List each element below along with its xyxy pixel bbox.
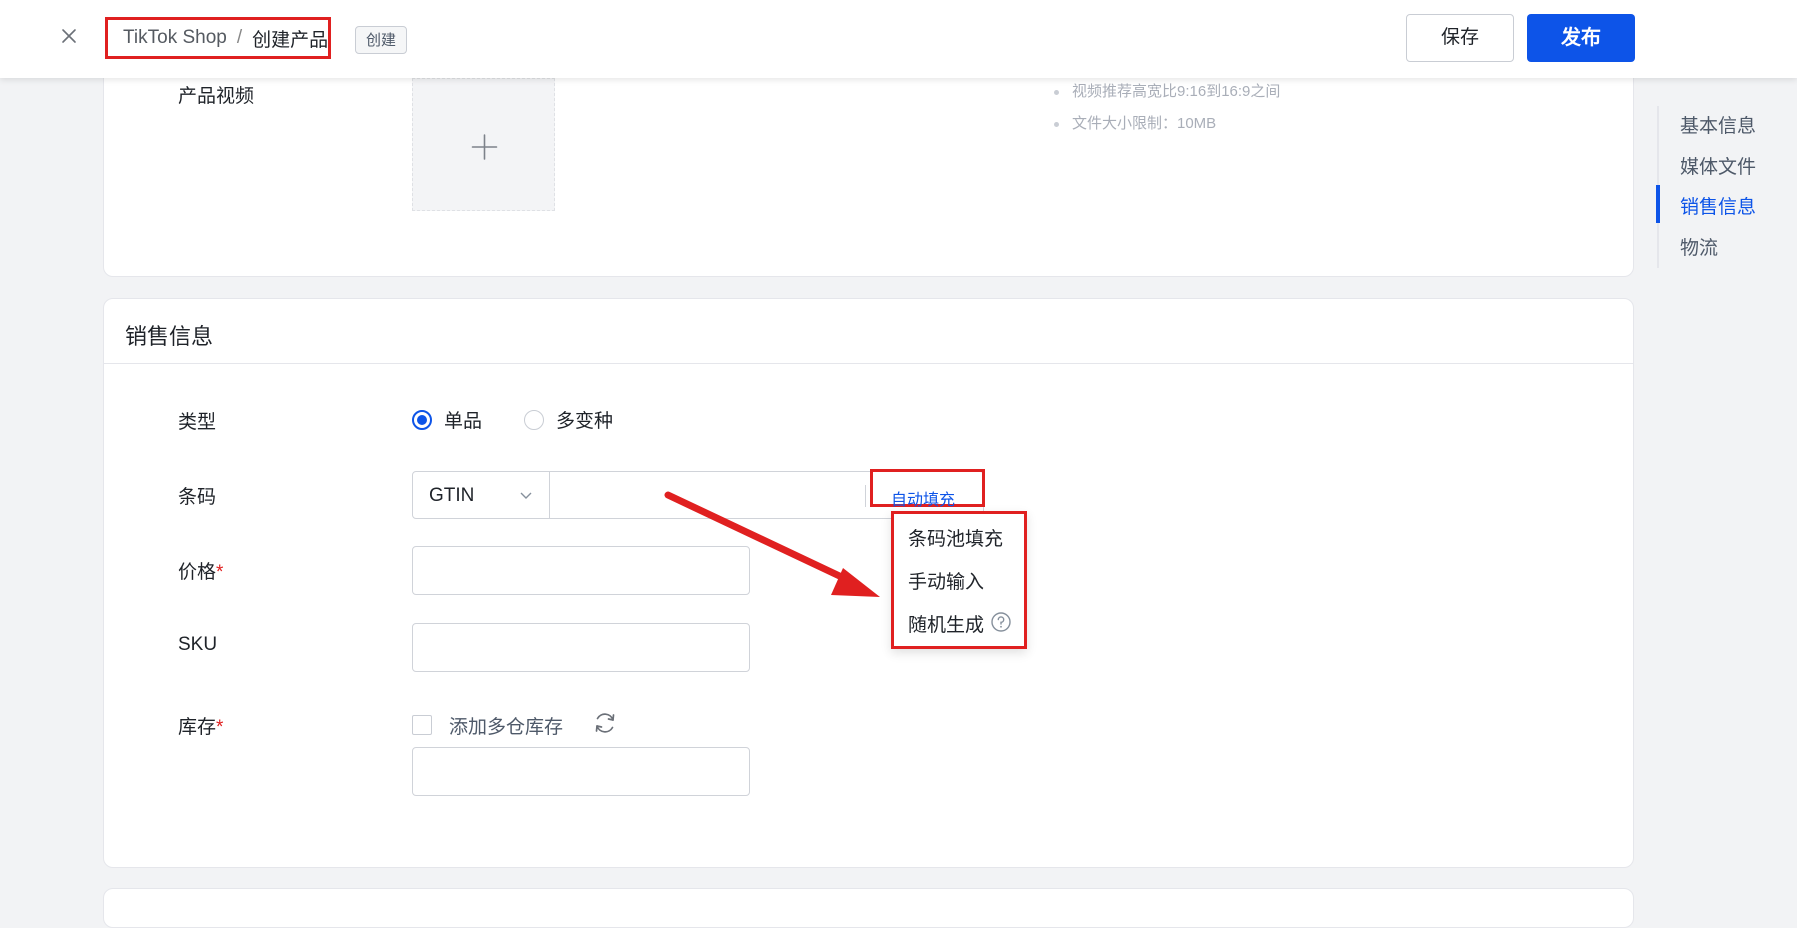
price-input[interactable] — [412, 546, 750, 595]
barcode-type-value: GTIN — [429, 485, 475, 506]
radio-single[interactable]: 单品 — [412, 406, 482, 433]
sku-label: SKU — [178, 634, 218, 655]
video-label: 产品视频 — [178, 86, 255, 107]
barcode-type-select[interactable]: GTIN — [413, 472, 550, 518]
radio-unchecked-icon — [524, 409, 544, 430]
breadcrumb-current: 创建产品 — [252, 29, 329, 51]
breadcrumb: TikTok Shop / 创建产品 — [105, 17, 331, 59]
menu-item-manual-input[interactable]: 手动输入 — [908, 567, 984, 594]
save-button[interactable]: 保存 — [1406, 14, 1514, 62]
section-title: 销售信息 — [125, 324, 214, 349]
menu-item-random-generate[interactable]: 随机生成 — [908, 610, 984, 637]
hint-file-size: 文件大小限制：10MB — [1054, 108, 1280, 140]
chevron-down-icon — [520, 492, 532, 499]
anchor-basic-info[interactable]: 基本信息 — [1680, 111, 1756, 138]
multi-warehouse-label: 添加多仓库存 — [449, 717, 564, 738]
autofill-dropdown-menu: 条码池填充 手动输入 随机生成 — [891, 511, 1027, 649]
barcode-input[interactable] — [550, 472, 862, 518]
plus-icon — [471, 134, 498, 160]
sales-info-card: 销售信息 类型 单品 多变种 条码 GTIN 自动填充 价格* SKU 库存* … — [103, 298, 1634, 868]
hint-aspect-ratio: 视频推荐高宽比9:16到16:9之间 — [1054, 76, 1280, 108]
radio-checked-icon — [412, 409, 432, 430]
anchor-media-files[interactable]: 媒体文件 — [1680, 152, 1756, 179]
top-bar: TikTok Shop / 创建产品 创建 保存 发布 — [0, 0, 1797, 78]
stock-input[interactable] — [412, 747, 750, 796]
refresh-icon[interactable] — [592, 710, 618, 736]
menu-item-barcode-pool[interactable]: 条码池填充 — [908, 524, 1003, 551]
publish-button[interactable]: 发布 — [1527, 14, 1635, 62]
price-label: 价格* — [178, 557, 223, 584]
next-section-card — [103, 888, 1634, 928]
anchor-logistics[interactable]: 物流 — [1680, 233, 1718, 260]
stock-label: 库存* — [178, 712, 223, 739]
required-mark: * — [216, 562, 224, 583]
video-upload-button[interactable] — [412, 78, 555, 211]
question-circle-icon[interactable] — [990, 611, 1012, 633]
radio-multi-variant-label: 多变种 — [556, 411, 614, 432]
sku-input[interactable] — [412, 623, 750, 672]
radio-single-label: 单品 — [444, 411, 483, 432]
stock-label-text: 库存 — [178, 717, 217, 738]
type-label: 类型 — [178, 412, 217, 433]
anchor-sales-info[interactable]: 销售信息 — [1680, 192, 1756, 219]
barcode-label: 条码 — [178, 487, 217, 508]
required-mark: * — [216, 717, 224, 738]
close-icon[interactable] — [58, 25, 80, 47]
breadcrumb-root[interactable]: TikTok Shop — [123, 27, 227, 49]
multi-warehouse-checkbox[interactable] — [412, 715, 432, 735]
radio-multi-variant[interactable]: 多变种 — [524, 406, 613, 433]
autofill-button[interactable]: 自动填充 — [891, 486, 955, 510]
input-divider — [865, 485, 866, 507]
section-divider — [104, 363, 1633, 364]
status-badge: 创建 — [355, 26, 408, 54]
anchor-active-indicator — [1656, 185, 1660, 223]
breadcrumb-separator: / — [236, 27, 243, 48]
video-hints: 视频推荐高宽比9:16到16:9之间 文件大小限制：10MB — [1054, 76, 1280, 140]
price-label-text: 价格 — [178, 562, 217, 583]
